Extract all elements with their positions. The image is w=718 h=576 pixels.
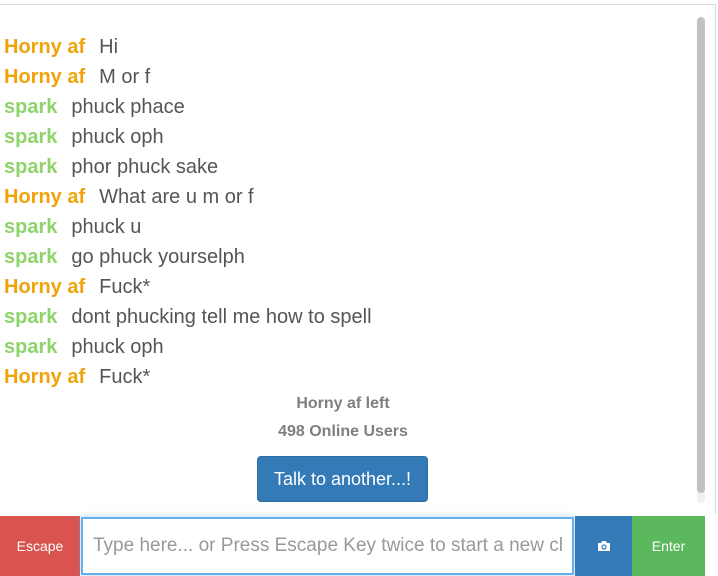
talk-to-another-button[interactable]: Talk to another...! — [257, 456, 428, 502]
message-text: dont phucking tell me how to spell — [71, 306, 372, 328]
chat-message: Horny af M or f — [4, 62, 685, 92]
camera-button[interactable] — [575, 516, 632, 576]
message-sender: spark — [4, 126, 58, 148]
message-text: Fuck* — [99, 276, 151, 298]
message-text: What are u m or f — [99, 186, 254, 208]
message-sender: spark — [4, 216, 58, 238]
chat-message: spark go phuck yourselph — [4, 242, 685, 272]
chat-message: spark phuck oph — [4, 332, 685, 362]
message-list: Horny af Hi Horny af M or f spark phuck phace… — [4, 32, 685, 392]
chat-message: Horny af Fuck* — [4, 272, 685, 302]
message-sender: Horny af — [4, 276, 86, 298]
input-bar: Escape Enter — [0, 516, 718, 576]
message-sender: spark — [4, 306, 58, 328]
message-text: Hi — [99, 36, 119, 58]
chat-message: spark phuck oph — [4, 122, 685, 152]
message-text: phuck oph — [71, 126, 164, 148]
message-text: phor phuck sake — [71, 156, 219, 178]
message-text: phuck u — [71, 216, 142, 238]
message-sender: spark — [4, 156, 58, 178]
message-sender: spark — [4, 96, 58, 118]
partner-left-notice: Horny af left — [296, 395, 390, 412]
chat-message: Horny af Fuck* — [4, 362, 685, 392]
message-sender: spark — [4, 336, 58, 358]
message-sender: Horny af — [4, 366, 86, 388]
message-text: Fuck* — [99, 366, 151, 388]
escape-button[interactable]: Escape — [0, 516, 80, 576]
chat-message: Horny af What are u m or f — [4, 182, 685, 212]
scrollbar-thumb[interactable] — [697, 17, 705, 493]
chat-message: spark phor phuck sake — [4, 152, 685, 182]
chat-message: spark phuck phace — [4, 92, 685, 122]
enter-button[interactable]: Enter — [632, 516, 705, 576]
message-sender: Horny af — [4, 36, 86, 58]
chat-panel: Horny af Hi Horny af M or f spark phuck phace… — [0, 4, 716, 514]
message-text: phuck phace — [71, 96, 185, 118]
message-text: go phuck yourselph — [71, 246, 245, 268]
chat-message: spark phuck u — [4, 212, 685, 242]
message-sender: Horny af — [4, 66, 86, 88]
online-users-count: 498 Online Users — [278, 423, 408, 440]
message-text: M or f — [99, 66, 151, 88]
message-input[interactable] — [81, 517, 574, 575]
chat-message: Horny af Hi — [4, 32, 685, 62]
message-sender: Horny af — [4, 186, 86, 208]
chat-message: spark dont phucking tell me how to spell — [4, 302, 685, 332]
chat-scrollbar[interactable] — [697, 17, 705, 503]
camera-icon — [575, 540, 632, 552]
message-text: phuck oph — [71, 336, 164, 358]
message-sender: spark — [4, 246, 58, 268]
